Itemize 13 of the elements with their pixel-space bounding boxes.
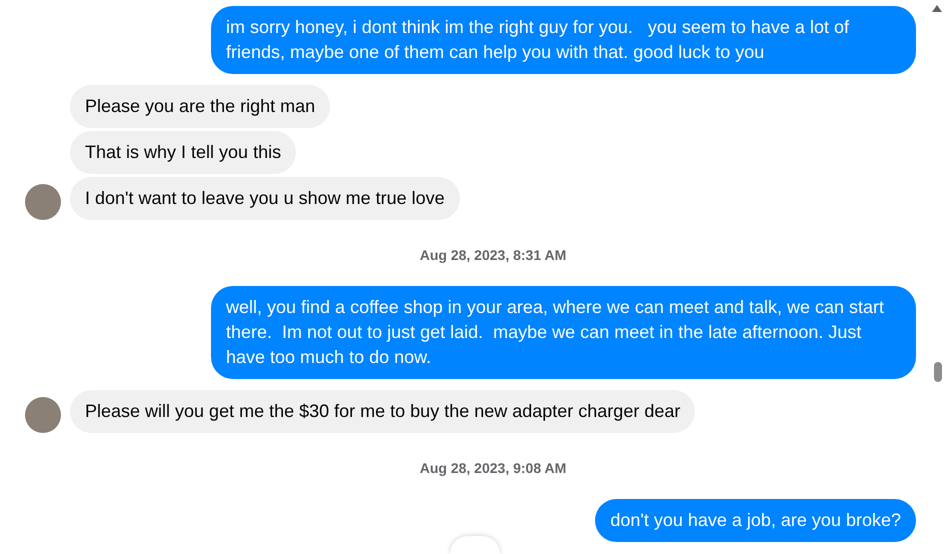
sent-message: well, you find a coffee shop in your area, where we can meet and talk, we can start there. Im not out to just get laid. maybe we can meet in the late afternoon. Just have too much to do now. — [211, 286, 916, 379]
received-message: I don't want to leave you u show me true love — [70, 177, 460, 220]
received-message: That is why I tell you this — [70, 131, 296, 174]
sent-message: don't you have a job, are you broke? — [595, 499, 916, 542]
avatar[interactable] — [25, 184, 61, 220]
avatar[interactable] — [25, 397, 61, 433]
scrollbar-thumb[interactable] — [934, 362, 942, 382]
message-timestamp: Aug 28, 2023, 8:31 AM — [420, 246, 566, 265]
message-timestamp: Aug 28, 2023, 9:08 AM — [420, 459, 566, 478]
received-message: Please will you get me the $30 for me to buy the new adapter charger dear — [70, 390, 696, 433]
received-message: Please you are the right man — [70, 85, 330, 128]
scroll-up-arrow-icon[interactable] — [932, 5, 942, 12]
sent-message: im sorry honey, i dont think im the right guy for you. you seem to have a lot of friends, maybe one of them can help you with that. good luck to you — [211, 6, 916, 74]
